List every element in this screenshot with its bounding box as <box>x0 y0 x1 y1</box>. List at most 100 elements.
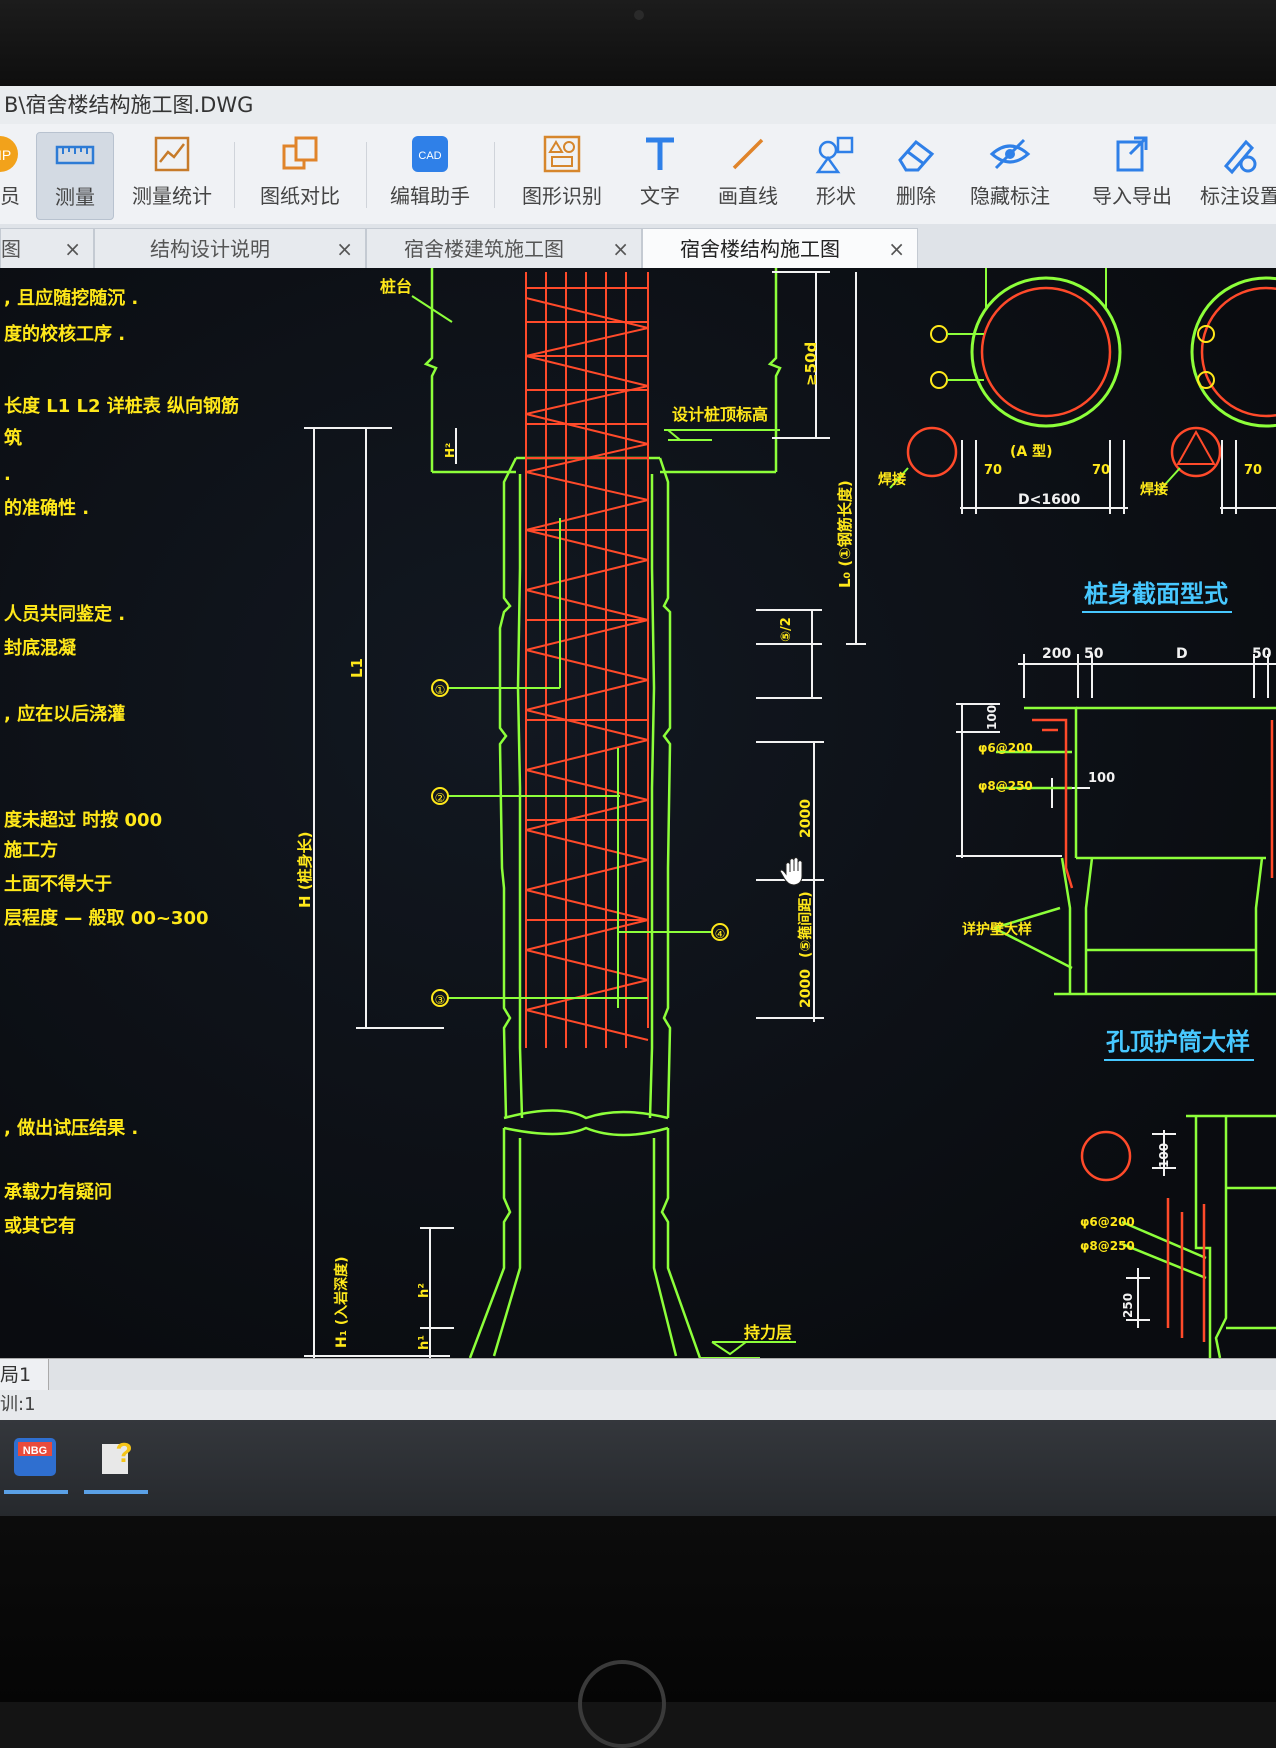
tab-structural[interactable]: 宿舍楼结构施工图 × <box>642 228 918 268</box>
h2-label: h² <box>417 1283 432 1298</box>
help-file-taskbar-button[interactable]: ? <box>94 1432 144 1482</box>
dim-250: 250 <box>1121 1293 1135 1318</box>
collar-title: 孔顶护筒大样 <box>1106 1028 1250 1056</box>
delete-button[interactable]: 删除 <box>884 132 948 218</box>
measure-stats-icon <box>154 136 190 172</box>
import-export-button[interactable]: 导入导出 <box>1084 132 1180 218</box>
eye-hide-icon <box>989 138 1031 170</box>
compare-button[interactable]: 图纸对比 <box>254 132 346 218</box>
weld-label: 焊接 <box>878 471 906 488</box>
window-title: B\宿舍楼结构施工图.DWG <box>0 86 1276 124</box>
l0-label: L₀ (①钢筋长度) <box>836 480 854 588</box>
note: 施工方 <box>4 839 58 861</box>
tab-architectural[interactable]: 宿舍楼建筑施工图 × <box>366 228 642 268</box>
status-text: 训:1 <box>0 1394 36 1415</box>
rebar-spec: φ8@250 <box>978 779 1033 793</box>
nbg-pricing-icon: NBG <box>14 1438 56 1476</box>
draw-line-button[interactable]: 画直线 <box>710 132 786 218</box>
dim-100: 100 <box>1157 1143 1171 1168</box>
pile-labels: 桩台 设计桩顶标高 持力层 H² ≥50d L₀ (①钢筋长度) L1 H (桩… <box>296 277 854 1350</box>
dim-50: 50 <box>1252 646 1272 662</box>
svg-text:CAD: CAD <box>418 150 441 162</box>
note: 层程度 — 般取 00~300 <box>4 907 209 929</box>
pile-section-detail: (A 型) 70 70 70 D<1600 焊接 焊接 桩身截面型式 <box>878 268 1276 613</box>
note: , 且应随挖随沉 . <box>4 287 138 309</box>
toolbar: VIP 员 测量 测量统计 <box>0 124 1276 224</box>
section-type-label: (A 型) <box>1010 443 1053 460</box>
svg-text:NBG: NBG <box>23 1445 47 1457</box>
callout-leaders <box>411 295 796 1358</box>
line-icon <box>732 138 764 170</box>
pile-cap-label: 桩台 <box>380 277 412 296</box>
rebar-spec: φ6@200 <box>978 741 1033 755</box>
dim-100-vertical: 100 <box>985 705 999 730</box>
pile-outline <box>423 268 782 1358</box>
close-icon[interactable]: × <box>888 229 905 269</box>
note: 度的校核工序 . <box>4 323 125 345</box>
tab-structural-notes[interactable]: 结构设计说明 × <box>94 228 366 268</box>
close-icon[interactable]: × <box>612 229 629 269</box>
rebar-spec: φ6@200 <box>1080 1215 1135 1229</box>
import-export-icon <box>1116 136 1148 172</box>
annotation-settings-icon <box>1223 139 1257 175</box>
rebar-spec: φ8@250 <box>1080 1239 1135 1253</box>
vip-icon: VIP <box>0 136 18 172</box>
status-bar: 训:1 <box>0 1390 1276 1420</box>
dim-100: 100 <box>1088 771 1115 786</box>
wall-detail: 100 φ6@200 φ8@250 250 <box>1080 1114 1276 1358</box>
taskbar: NBG ? <box>0 1420 1276 1516</box>
measure-stats-button[interactable]: 测量统计 <box>126 132 218 218</box>
screen: B\宿舍楼结构施工图.DWG VIP 员 测量 <box>0 86 1276 1516</box>
section-diameter-label: D<1600 <box>1018 492 1081 508</box>
dim-70: 70 <box>1244 463 1262 478</box>
pile-length-label: H (桩身长) <box>296 832 314 909</box>
bearing-layer-label: 持力层 <box>744 1323 792 1342</box>
note: , 应在以后浇灌 <box>4 703 125 725</box>
close-icon[interactable]: × <box>336 229 353 269</box>
shape-recognize-button[interactable]: 图形识别 <box>514 132 610 218</box>
layout-tab[interactable]: 局1 <box>0 1359 49 1391</box>
l1-label: L1 <box>348 658 366 678</box>
dim-70: 70 <box>984 463 1002 478</box>
measure-button[interactable]: 测量 <box>36 132 114 220</box>
drawing-canvas[interactable]: , 且应随挖随沉 . 度的校核工序 . 长度 L1 L2 详桩表 纵向钢筋 筑 … <box>0 268 1276 1358</box>
rock-depth-label: H₁ (入岩深度) <box>333 1256 350 1348</box>
ruler-icon <box>55 145 95 165</box>
note: 封底混凝 <box>4 637 77 659</box>
top-h-label: H² <box>443 443 457 458</box>
close-icon[interactable]: × <box>64 229 81 269</box>
wall-detail-label: 详护壁大样 <box>962 921 1032 938</box>
text-button[interactable]: 文字 <box>624 132 696 218</box>
monitor-top-bezel <box>0 0 1276 88</box>
dim-70: 70 <box>1092 463 1110 478</box>
edit-assistant-button[interactable]: CAD 编辑助手 <box>382 132 478 218</box>
callout-label: ① <box>435 683 446 697</box>
layout-tabbar: 局1 <box>0 1358 1276 1391</box>
cad-drawing: , 且应随挖随沉 . 度的校核工序 . 长度 L1 L2 详桩表 纵向钢筋 筑 … <box>4 268 1276 1358</box>
note: , 做出试压结果 . <box>4 1117 138 1139</box>
anchor-length-label: ≥50d <box>802 342 820 386</box>
dim-2000-upper: 2000 <box>798 799 814 838</box>
collar-detail: 200 50 D 50 100 100 φ6@200 φ8@250 详护壁大样 … <box>956 646 1276 1061</box>
nbg-pricing-taskbar-button[interactable]: NBG <box>10 1432 60 1482</box>
active-indicator <box>4 1490 68 1494</box>
active-indicator <box>84 1490 148 1494</box>
note: 长度 L1 L2 详桩表 纵向钢筋 <box>4 395 239 417</box>
vip-button[interactable]: VIP 员 <box>0 132 22 218</box>
document-tabbar: 图 × 结构设计说明 × 宿舍楼建筑施工图 × 宿舍楼结构施工图 × <box>0 224 1276 269</box>
top-elevation-label: 设计桩顶标高 <box>672 405 768 424</box>
section-title: 桩身截面型式 <box>1084 580 1228 608</box>
dim-D: D <box>1176 646 1188 662</box>
shape-button[interactable]: 形状 <box>800 132 872 218</box>
design-notes: , 且应随挖随沉 . 度的校核工序 . 长度 L1 L2 详桩表 纵向钢筋 筑 … <box>4 287 239 1237</box>
tab-drawing[interactable]: 图 × <box>0 228 94 268</box>
webcam <box>634 10 644 20</box>
weld-label: 焊接 <box>1140 481 1168 498</box>
svg-text:VIP: VIP <box>0 147 11 163</box>
hide-annotation-button[interactable]: 隐藏标注 <box>962 132 1058 218</box>
annotation-settings-button[interactable]: 标注设置 <box>1200 132 1276 218</box>
shape-icon <box>815 136 854 174</box>
stirrup-half-label: ⑤/2 <box>779 617 794 642</box>
note: 筑 <box>4 427 22 449</box>
dim-200: 200 <box>1042 646 1071 662</box>
